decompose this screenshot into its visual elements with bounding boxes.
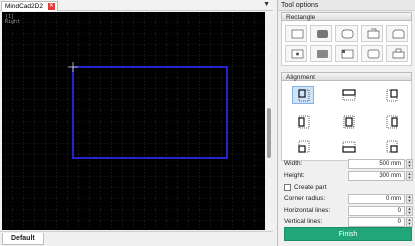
rect-tab-icon[interactable] xyxy=(360,25,383,42)
corner-radius-row: Corner radius: 0 mm ▲ ▼ xyxy=(278,194,415,204)
rect-bevel-icon[interactable] xyxy=(385,25,409,42)
align-top-left-button[interactable] xyxy=(292,86,314,104)
rect-rounded-icon[interactable] xyxy=(310,25,333,42)
width-field[interactable]: 500 mm xyxy=(348,159,405,169)
align-bottom-center-button[interactable] xyxy=(337,137,359,155)
corner-radius-stepper[interactable]: ▲ ▼ xyxy=(406,194,413,204)
app-window: MindCad2D2 ✕ ▼ [1] Right Default Tool op… xyxy=(0,0,415,246)
document-tab-bar: MindCad2D2 ✕ ▼ xyxy=(0,0,273,11)
view-label-name: Right xyxy=(5,19,21,25)
width-stepper[interactable]: ▲ ▼ xyxy=(406,159,413,169)
height-label: Height: xyxy=(284,172,305,179)
tab-dropdown-icon[interactable]: ▼ xyxy=(263,1,270,8)
corner-radius-field[interactable]: 0 mm xyxy=(348,194,405,204)
close-icon[interactable]: ✕ xyxy=(47,3,55,10)
corner-radius-label: Corner radius: xyxy=(284,195,326,202)
rect-simple-icon[interactable] xyxy=(285,25,308,42)
vertical-lines-field[interactable]: 0 xyxy=(348,217,405,227)
finish-button[interactable]: Finish xyxy=(284,227,412,241)
width-label: Width: xyxy=(284,160,303,167)
rect-rounded-small-icon[interactable] xyxy=(360,45,383,62)
vertical-lines-row: Vertical lines: 0 ▲ ▼ xyxy=(278,217,415,227)
grid xyxy=(2,12,265,230)
tab-default[interactable]: Default xyxy=(2,233,44,245)
height-row: Height: 300 mm ▲ ▼ xyxy=(278,171,415,181)
vertical-lines-stepper[interactable]: ▲ ▼ xyxy=(406,217,413,227)
panel-title: Tool options xyxy=(278,0,415,11)
rect-rounded2-icon[interactable] xyxy=(335,25,358,42)
alignment-grid xyxy=(281,81,412,161)
shape-row-2 xyxy=(285,45,409,62)
drawing-canvas[interactable]: [1] Right xyxy=(2,12,265,230)
rect-slot-icon[interactable] xyxy=(285,45,308,62)
width-row: Width: 500 mm ▲ ▼ xyxy=(278,159,415,169)
align-bottom-left-button[interactable] xyxy=(292,137,314,155)
create-part-checkbox[interactable] xyxy=(284,184,291,191)
shape-row-1 xyxy=(285,25,409,42)
rectangle-section-header[interactable]: Rectangle xyxy=(281,12,412,21)
align-bottom-right-button[interactable] xyxy=(380,137,402,155)
align-top-center-button[interactable] xyxy=(337,86,359,104)
height-stepper[interactable]: ▲ ▼ xyxy=(406,171,413,181)
create-part-label: Create part xyxy=(294,184,327,191)
align-center-button[interactable] xyxy=(337,112,359,130)
horizontal-lines-field[interactable]: 0 xyxy=(348,206,405,216)
view-label: [1] Right xyxy=(5,15,20,25)
alignment-section-header[interactable]: Alignment xyxy=(281,72,412,81)
create-part-row: Create part xyxy=(278,183,415,193)
rect-corner-icon[interactable] xyxy=(335,45,358,62)
tool-options-panel: Tool options Rectangle Alignment Width: … xyxy=(277,0,415,246)
shape-gallery xyxy=(281,21,412,66)
scrollbar-thumb[interactable] xyxy=(267,108,271,158)
bottom-tab-bar: Default xyxy=(0,231,273,246)
document-tab-label: MindCad2D2 xyxy=(5,3,43,10)
align-middle-right-button[interactable] xyxy=(380,112,402,130)
document-tab[interactable]: MindCad2D2 ✕ xyxy=(1,1,58,11)
vertical-lines-label: Vertical lines: xyxy=(284,218,323,225)
horizontal-lines-label: Horizontal lines: xyxy=(284,207,331,214)
horizontal-lines-row: Horizontal lines: 0 ▲ ▼ xyxy=(278,206,415,216)
rect-tab2-icon[interactable] xyxy=(385,45,409,62)
align-middle-left-button[interactable] xyxy=(292,112,314,130)
align-top-right-button[interactable] xyxy=(380,86,402,104)
document-area: MindCad2D2 ✕ ▼ [1] Right Default xyxy=(0,0,273,246)
rect-fillet-icon[interactable] xyxy=(310,45,333,62)
horizontal-lines-stepper[interactable]: ▲ ▼ xyxy=(406,206,413,216)
vertical-scrollbar[interactable] xyxy=(266,12,272,230)
height-field[interactable]: 300 mm xyxy=(348,171,405,181)
